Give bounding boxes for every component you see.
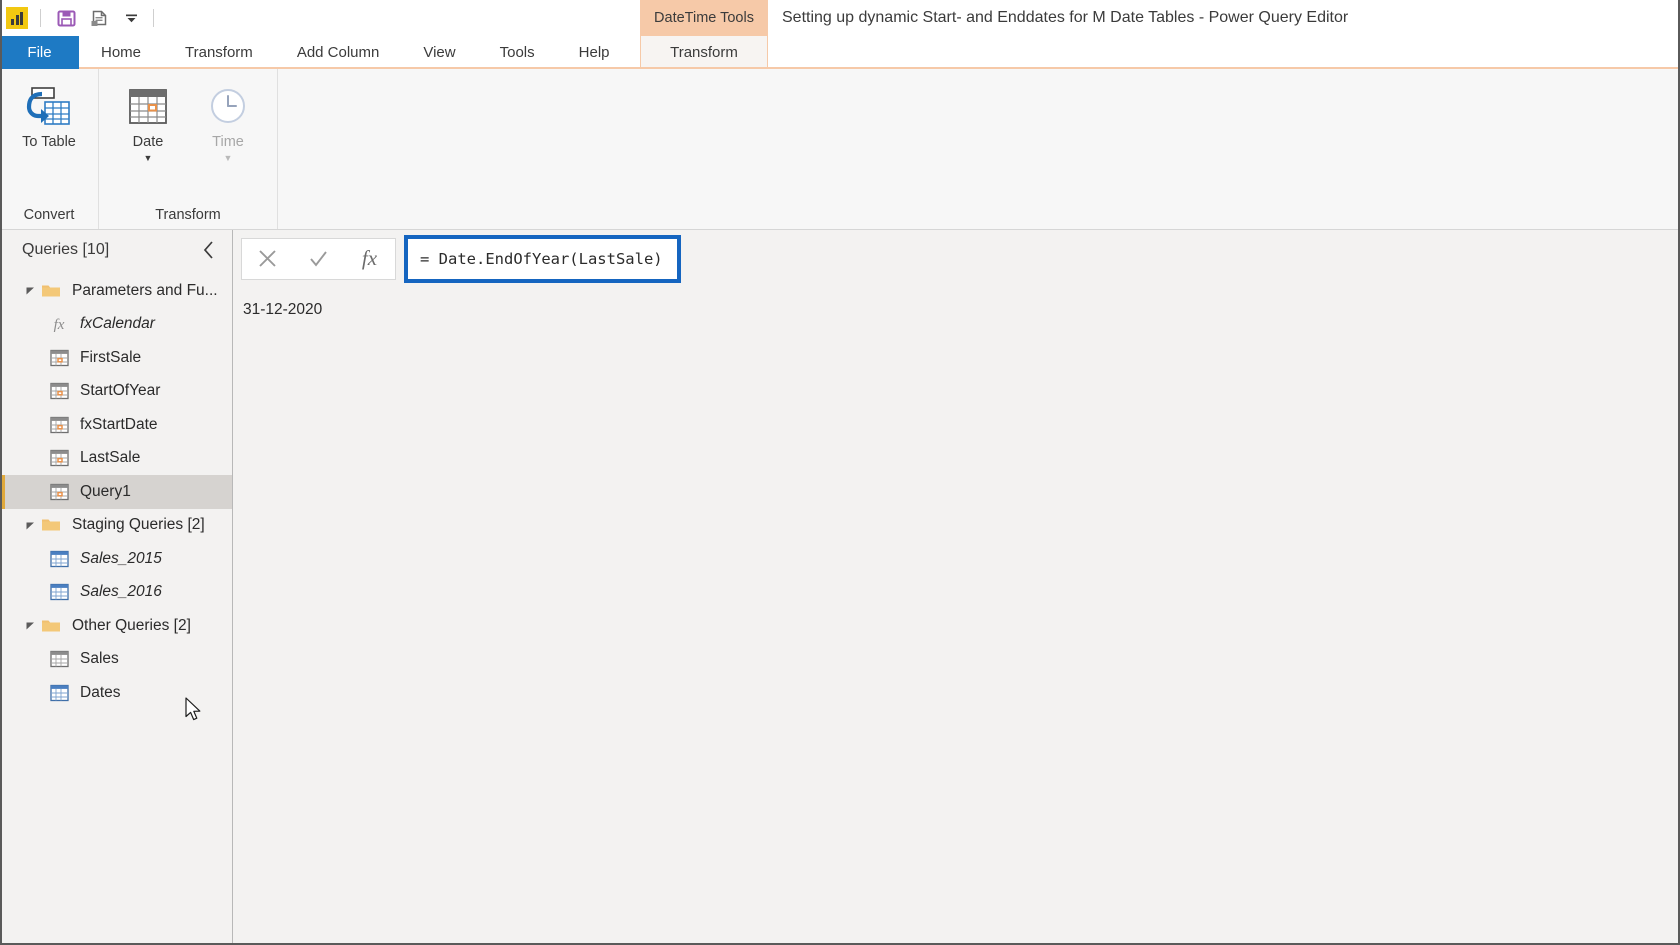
table-icon <box>48 650 70 668</box>
date-label: Date <box>132 134 164 150</box>
save-as-icon[interactable] <box>87 5 113 31</box>
folder-icon <box>40 517 62 533</box>
preview-result-value: 31-12-2020 <box>243 301 323 318</box>
expand-collapse-triangle-icon[interactable] <box>22 521 38 530</box>
window-border-left <box>0 0 2 945</box>
query-item-label: fxStartDate <box>80 415 158 433</box>
formula-input[interactable]: = Date.EndOfYear(LastSale) <box>408 238 677 279</box>
ribbon-tab-strip: File Home Transform Add Column View Tool… <box>0 36 1680 69</box>
queries-group-other-queries[interactable]: Other Queries [2] <box>0 609 232 643</box>
save-icon[interactable] <box>53 5 79 31</box>
date-button[interactable]: Date ▼ <box>109 75 187 163</box>
folder-icon <box>40 618 62 634</box>
customize-quick-access-chevron-down-icon[interactable] <box>121 5 141 31</box>
query-item-lastsale[interactable]: LastSale <box>0 442 232 476</box>
quick-access-toolbar <box>0 0 158 36</box>
to-table-label: To Table <box>22 134 76 150</box>
formula-bar-remainder <box>680 234 1680 283</box>
date-table-icon <box>48 349 70 367</box>
clock-icon <box>206 81 250 133</box>
query-item-sales-2016[interactable]: Sales_2016 <box>0 576 232 610</box>
collapse-queries-pane-chevron-left-icon[interactable] <box>198 239 220 261</box>
power-bi-logo-icon <box>6 7 28 29</box>
toolbar-divider-2 <box>153 9 154 27</box>
query-item-label: Sales <box>80 650 119 668</box>
query-item-sales-2015[interactable]: Sales_2015 <box>0 542 232 576</box>
query-item-firstsale[interactable]: FirstSale <box>0 341 232 375</box>
date-table-icon <box>48 449 70 467</box>
date-table-icon <box>48 483 70 501</box>
query-item-label: Sales_2015 <box>80 549 162 567</box>
queries-group-label: Staging Queries [2] <box>72 516 205 534</box>
main-content: fx = Date.EndOfYear(LastSale) 31-12-2020 <box>233 230 1680 945</box>
contextual-tab-group-text: DateTime Tools <box>654 10 754 26</box>
folder-icon <box>40 283 62 299</box>
query-item-label: FirstSale <box>80 348 142 366</box>
query-item-label: Query1 <box>80 482 131 500</box>
queries-group-staging-queries[interactable]: Staging Queries [2] <box>0 509 232 543</box>
formula-bar-buttons: fx <box>241 237 396 280</box>
tab-home[interactable]: Home <box>79 36 163 69</box>
date-table-icon <box>48 416 70 434</box>
time-chevron-down-icon: ▼ <box>223 153 233 163</box>
tab-add-column[interactable]: Add Column <box>275 36 402 69</box>
window-title: Setting up dynamic Start- and Enddates f… <box>782 9 1349 26</box>
queries-pane-title: Queries [10] <box>22 241 110 258</box>
time-button: Time ▼ <box>189 75 267 163</box>
to-table-icon <box>25 81 73 133</box>
table-icon <box>48 684 70 702</box>
ribbon-group-label-transform: Transform <box>155 207 221 223</box>
formula-bar[interactable]: = Date.EndOfYear(LastSale) <box>404 234 681 283</box>
query-item-label: fxCalendar <box>80 315 155 333</box>
tab-view[interactable]: View <box>401 36 477 69</box>
ribbon-group-transform: Date ▼ Time ▼ Transform <box>99 69 278 229</box>
queries-group-parameters-and-functions[interactable]: Parameters and Fu... <box>0 274 232 308</box>
query-item-query1[interactable]: Query1 <box>0 475 232 509</box>
check-icon[interactable] <box>293 239 344 279</box>
query-item-label: LastSale <box>80 449 141 467</box>
query-item-fxcalendar[interactable]: fx fxCalendar <box>0 308 232 342</box>
preview-result-area: 31-12-2020 <box>233 287 1680 945</box>
query-item-fxstartdate[interactable]: fxStartDate <box>0 408 232 442</box>
queries-group-label: Other Queries [2] <box>72 616 191 634</box>
queries-group-label: Parameters and Fu... <box>72 281 218 299</box>
date-chevron-down-icon[interactable]: ▼ <box>144 153 153 163</box>
expand-collapse-triangle-icon[interactable] <box>22 286 38 295</box>
ribbon-group-convert: To Table Convert <box>0 69 99 229</box>
queries-pane: Queries [10] Parameters and Fu... fx fxC… <box>0 230 233 945</box>
power-query-editor-window: DateTime Tools Setting up dynamic Start-… <box>0 0 1680 945</box>
time-label: Time <box>212 134 244 150</box>
tab-transform[interactable]: Transform <box>163 36 275 69</box>
toolbar-divider <box>40 9 41 27</box>
fx-icon: fx <box>48 315 70 333</box>
query-item-dates[interactable]: Dates <box>0 676 232 710</box>
query-item-label: Dates <box>80 683 121 701</box>
tab-file[interactable]: File <box>0 36 79 69</box>
svg-text:fx: fx <box>54 317 65 333</box>
query-item-label: Sales_2016 <box>80 583 162 601</box>
expand-collapse-triangle-icon[interactable] <box>22 621 38 630</box>
tab-tools[interactable]: Tools <box>478 36 557 69</box>
table-icon <box>48 550 70 568</box>
query-item-sales[interactable]: Sales <box>0 643 232 677</box>
close-icon[interactable] <box>242 239 293 279</box>
ribbon-group-label-convert: Convert <box>23 207 75 223</box>
queries-pane-header: Queries [10] <box>0 230 232 270</box>
ribbon: To Table Convert Date ▼ Time ▼ Transform <box>0 69 1680 230</box>
to-table-button[interactable]: To Table <box>10 75 88 152</box>
to-table-label-line1: To Table <box>22 133 76 152</box>
date-table-icon <box>48 382 70 400</box>
tab-help[interactable]: Help <box>557 36 632 69</box>
editor-body: Queries [10] Parameters and Fu... fx fxC… <box>0 230 1680 945</box>
contextual-tab-group-label: DateTime Tools <box>640 0 768 36</box>
queries-list: Parameters and Fu... fx fxCalendar First… <box>0 270 232 945</box>
calendar-icon <box>126 81 170 133</box>
query-item-label: StartOfYear <box>80 382 161 400</box>
title-bar: DateTime Tools Setting up dynamic Start-… <box>0 0 1680 36</box>
table-icon <box>48 583 70 601</box>
fx-icon[interactable]: fx <box>344 239 395 279</box>
query-item-startofyear[interactable]: StartOfYear <box>0 375 232 409</box>
formula-bar-row: fx = Date.EndOfYear(LastSale) <box>233 230 1680 287</box>
tab-datetime-tools-transform[interactable]: Transform <box>640 36 768 69</box>
